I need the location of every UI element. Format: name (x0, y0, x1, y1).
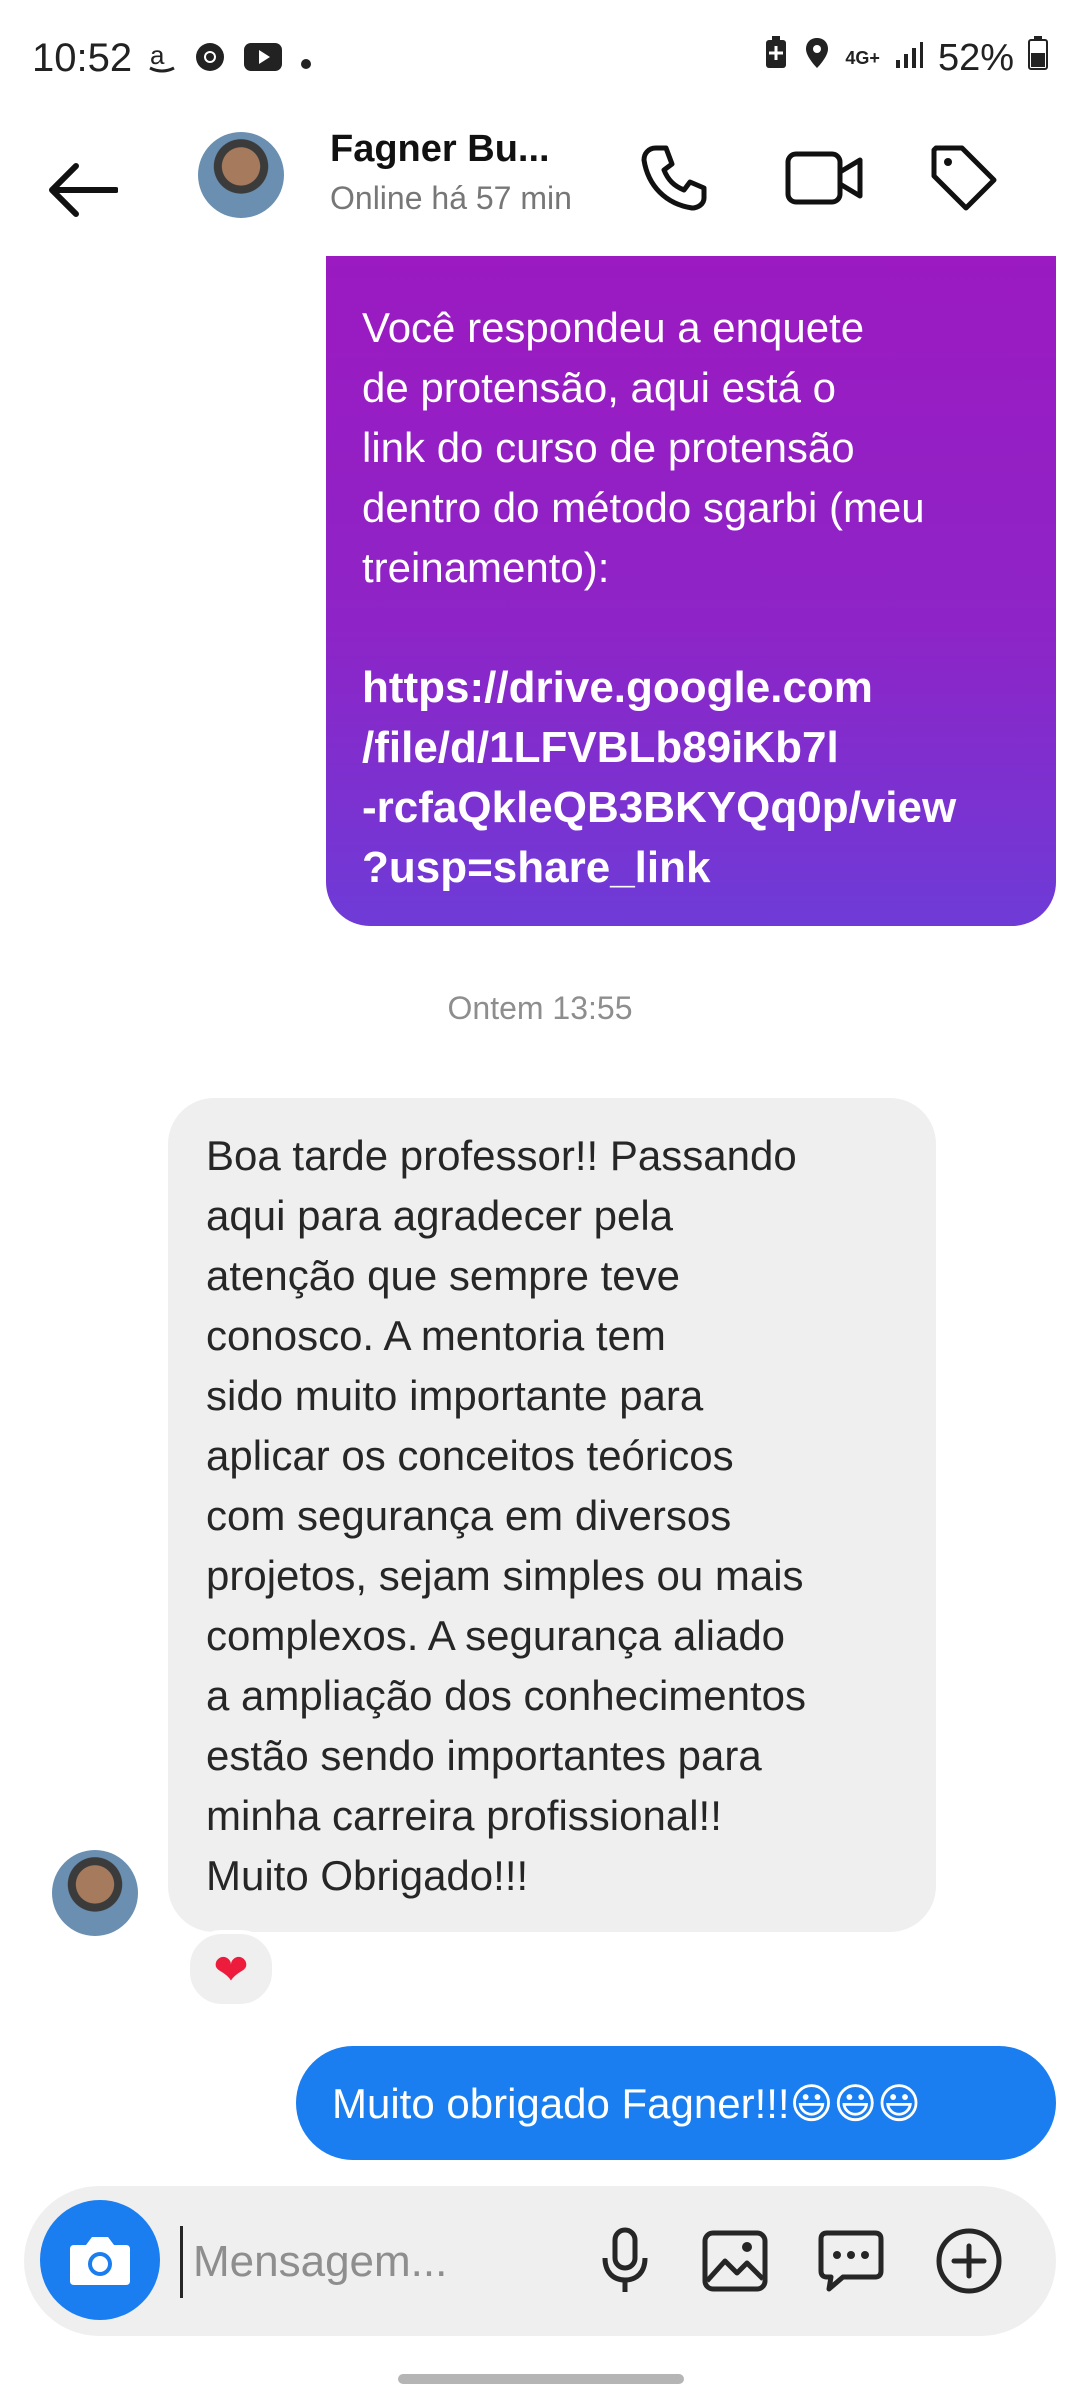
chrome-icon (194, 41, 226, 81)
battery-percent: 52% (937, 36, 1014, 79)
notification-icons: a (148, 40, 312, 82)
network-icon: 4G+ (845, 47, 880, 68)
sender-avatar[interactable] (52, 1850, 138, 1936)
back-arrow-icon (49, 163, 118, 217)
microphone-icon (602, 2227, 648, 2292)
message-text: Você respondeu a enquete de protensão, a… (362, 304, 925, 591)
call-button[interactable] (626, 130, 722, 226)
camera-button[interactable] (40, 2200, 160, 2320)
dot-icon (300, 44, 312, 78)
plus-icon (936, 2228, 1002, 2294)
heart-icon: ❤ (213, 1945, 249, 1993)
avatar[interactable] (198, 132, 284, 218)
gallery-button[interactable] (690, 2216, 780, 2306)
received-message-bubble[interactable]: Boa tarde professor!! Passando aqui para… (168, 1098, 936, 1932)
sticker-button[interactable] (806, 2216, 896, 2306)
video-call-button[interactable] (776, 130, 872, 226)
status-time: 10:52 (32, 36, 133, 80)
sent-message-bubble[interactable]: Muito obrigado Fagner!!!😃😃😃 (296, 2046, 1056, 2160)
sent-message-bubble[interactable]: Você respondeu a enquete de protensão, a… (326, 256, 1056, 926)
status-bar: 10:52 a 4G+ 52% (0, 0, 1080, 120)
camera-icon (70, 2237, 130, 2285)
home-indicator[interactable] (398, 2374, 684, 2384)
back-button[interactable] (40, 148, 124, 232)
location-icon (803, 36, 831, 80)
message-input[interactable] (180, 2226, 575, 2298)
tag-button[interactable] (916, 130, 1012, 226)
sticker-icon (818, 2230, 884, 2292)
system-icons: 4G+ 52% (763, 36, 1048, 80)
contact-status: Online há 57 min (330, 180, 572, 216)
voice-message-button[interactable] (580, 2216, 670, 2306)
contact-name[interactable]: Fagner Bu... (330, 128, 550, 171)
message-text: Boa tarde professor!! Passando aqui para… (206, 1132, 807, 1899)
message-timestamp: Ontem 13:55 (447, 990, 633, 1026)
message-composer (24, 2186, 1056, 2336)
phone-icon (641, 145, 707, 211)
battery-saver-icon (763, 36, 789, 80)
video-icon (785, 151, 863, 205)
signal-icon (894, 37, 924, 80)
svg-text:a: a (150, 40, 165, 70)
message-reaction[interactable]: ❤ (186, 1930, 276, 2008)
chat-header: Fagner Bu... Online há 57 min (0, 120, 1080, 260)
youtube-icon (244, 43, 282, 79)
battery-icon (1028, 36, 1048, 80)
gallery-icon (702, 2230, 768, 2292)
tag-icon (931, 145, 997, 211)
message-text: Muito obrigado Fagner!!!😃😃😃 (332, 2079, 921, 2127)
amazon-icon: a (148, 40, 176, 82)
more-button[interactable] (924, 2216, 1014, 2306)
message-link[interactable]: https://drive.google.com /file/d/1LFVBLb… (362, 658, 1020, 898)
